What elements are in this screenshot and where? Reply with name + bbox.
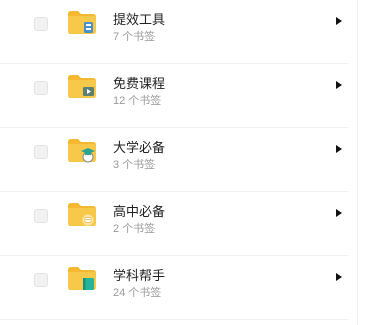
select-checkbox[interactable] xyxy=(34,17,48,31)
folder-title: 学科帮手 xyxy=(113,268,166,283)
select-checkbox[interactable] xyxy=(34,273,48,287)
expand-arrow-icon[interactable] xyxy=(336,17,342,25)
bookmark-count: 12 个书签 xyxy=(113,95,162,107)
folder-title: 大学必备 xyxy=(113,140,166,155)
expand-arrow-icon[interactable] xyxy=(336,209,342,217)
expand-arrow-icon[interactable] xyxy=(336,81,342,89)
folder-tools-icon xyxy=(68,11,96,34)
expand-arrow-icon[interactable] xyxy=(336,145,342,153)
bookmark-count: 7 个书签 xyxy=(113,31,156,43)
select-checkbox[interactable] xyxy=(34,209,48,223)
folder-row-courses[interactable]: 免费课程 12 个书签 xyxy=(0,64,348,128)
folder-book-icon xyxy=(68,203,96,226)
folder-row-college[interactable]: 大学必备 3 个书签 xyxy=(0,128,348,192)
folder-row-highschool[interactable]: 高中必备 2 个书签 xyxy=(0,192,348,256)
select-checkbox[interactable] xyxy=(34,145,48,159)
bookmark-count: 24 个书签 xyxy=(113,287,162,299)
select-checkbox[interactable] xyxy=(34,81,48,95)
folder-row-tools[interactable]: 提效工具 7 个书签 xyxy=(0,0,348,64)
bookmark-count: 2 个书签 xyxy=(113,223,156,235)
folder-title: 免费课程 xyxy=(113,76,166,91)
folder-title: 提效工具 xyxy=(113,12,166,27)
folder-video-icon xyxy=(68,75,96,98)
folder-graduation-cap-icon xyxy=(68,139,96,163)
folder-notebook-icon xyxy=(68,267,96,290)
folder-title: 高中必备 xyxy=(113,204,166,219)
scrollbar-track[interactable] xyxy=(357,0,358,325)
expand-arrow-icon[interactable] xyxy=(336,273,342,281)
folder-row-subjects[interactable]: 学科帮手 24 个书签 xyxy=(0,256,348,320)
bookmark-folder-list: 提效工具 7 个书签 免费课程 12 个书签 大学必备 3 个书签 高中必备 2… xyxy=(0,0,348,320)
bookmark-count: 3 个书签 xyxy=(113,159,156,171)
